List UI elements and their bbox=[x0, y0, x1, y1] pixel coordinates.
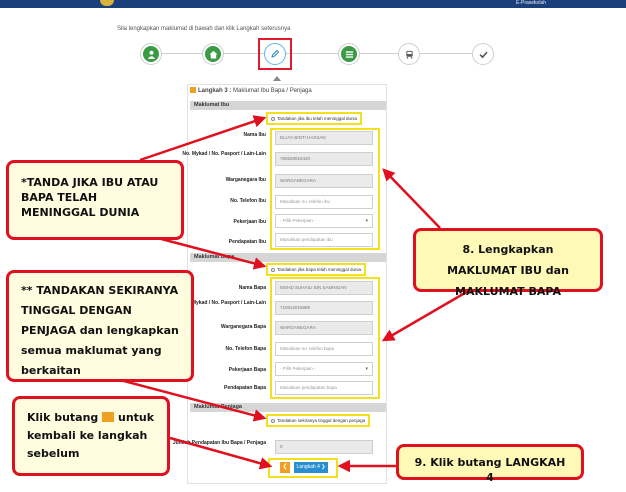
label-jumlah-pendapatan: Jumlah Pendapatan Ibu Bapa / Penjaga bbox=[172, 440, 266, 446]
jumlah-pendapatan-field[interactable]: 0 bbox=[275, 440, 373, 454]
nama-bapa-field[interactable]: MOHD SUHAILI BIN SAMINGAN bbox=[275, 281, 373, 295]
label-mykad-ibu: No. Mykad / No. Pasport / Lain-Lain bbox=[182, 151, 266, 157]
pekerjaan-ibu-select[interactable]: - Pilih Pekerjaan - bbox=[275, 214, 373, 228]
radio-icon bbox=[271, 419, 275, 423]
callout-guardian: ** TANDAKAN SEKIRANYA TINGGAL DENGAN PEN… bbox=[6, 270, 194, 382]
brand-name: E-Prasekolah bbox=[516, 0, 547, 6]
callout-next: 9. Klik butang LANGKAH 4 bbox=[396, 444, 584, 484]
ibu-fields-highlight bbox=[270, 128, 380, 250]
bapa-deceased-label: Tandakan jika bapa telah meninggal dunia bbox=[277, 267, 362, 272]
callout-next-text: 9. Klik butang LANGKAH 4 bbox=[414, 456, 566, 484]
telefon-bapa-input[interactable]: Masukkan no. telefon bapa bbox=[275, 342, 373, 356]
mykad-ibu-field[interactable]: 780528016420 bbox=[275, 152, 373, 166]
ibu-deceased-label: Tandakan jika ibu telah meninggal dunia bbox=[277, 116, 358, 121]
penjaga-label: Tandakan sekiranya tinggal dengan penjag… bbox=[277, 418, 366, 423]
pendapatan-bapa-input[interactable]: Masukkan pendapatan bapa bbox=[275, 381, 373, 395]
next-step-button[interactable]: Langkah 4 ❯ bbox=[294, 462, 328, 473]
step-5[interactable] bbox=[398, 43, 420, 65]
bus-icon bbox=[401, 46, 417, 62]
user-icon bbox=[143, 46, 159, 62]
step-label: Langkah 3 : bbox=[198, 88, 232, 94]
pendapatan-ibu-input[interactable]: Masukkan pendapatan ibu bbox=[275, 233, 373, 247]
pencil-icon bbox=[267, 46, 283, 62]
mykad-bapa-field[interactable]: 710812015869 bbox=[275, 301, 373, 315]
callout-deceased: *TANDA JIKA IBU ATAU BAPA TELAH MENINGGA… bbox=[6, 160, 184, 240]
section-bapa: Maklumat Bapa bbox=[190, 253, 386, 262]
pekerjaan-bapa-select[interactable]: - Pilih Pekerjaan - bbox=[275, 362, 373, 376]
check-icon bbox=[475, 46, 491, 62]
telefon-ibu-input[interactable]: Masukkan no. telefon ibu bbox=[275, 195, 373, 209]
step-6[interactable] bbox=[472, 43, 494, 65]
top-bar: E-Prasekolah bbox=[0, 0, 626, 8]
label-pendapatan-bapa: Pendapatan Bapa bbox=[224, 385, 266, 391]
ibu-deceased-checkbox[interactable]: Tandakan jika ibu telah meninggal dunia bbox=[266, 112, 363, 125]
radio-icon bbox=[271, 268, 275, 272]
list-icon bbox=[341, 46, 357, 62]
radio-icon bbox=[271, 117, 275, 121]
home-icon bbox=[205, 46, 221, 62]
active-step-caret bbox=[273, 76, 281, 81]
warganegara-bapa-field[interactable]: WARGANEGARA bbox=[275, 321, 373, 335]
logo bbox=[100, 0, 114, 6]
callout-complete: 8. Lengkapkan MAKLUMAT IBU dan MAKLUMAT … bbox=[413, 228, 603, 298]
back-icon-sample bbox=[102, 412, 115, 422]
penjaga-checkbox[interactable]: Tandakan sekiranya tinggal dengan penjag… bbox=[266, 414, 371, 427]
step-3[interactable] bbox=[264, 43, 286, 65]
warganegara-ibu-field[interactable]: WARGANEGARA bbox=[275, 174, 373, 188]
instruction-text: Sila lengkapkan maklumat di bawah dan kl… bbox=[117, 26, 291, 32]
nama-ibu-field[interactable]: ELLYA BINTI HASSAN bbox=[275, 131, 373, 145]
step-1[interactable] bbox=[140, 43, 162, 65]
label-nama-ibu: Nama Ibu bbox=[243, 132, 266, 138]
step-title-text: Maklumat Ibu Bapa / Penjaga bbox=[233, 88, 312, 94]
bapa-deceased-checkbox[interactable]: Tandakan jika bapa telah meninggal dunia bbox=[266, 263, 367, 276]
step-2[interactable] bbox=[202, 43, 224, 65]
callout-deceased-text: *TANDA JIKA IBU ATAU BAPA TELAH MENINGGA… bbox=[21, 176, 159, 219]
callout-complete-text: 8. Lengkapkan MAKLUMAT IBU dan MAKLUMAT … bbox=[447, 243, 569, 298]
callout-back: Klik butang untuk kembali ke langkah seb… bbox=[12, 396, 170, 476]
form-icon bbox=[190, 87, 196, 93]
label-pendapatan-ibu: Pendapatan Ibu bbox=[228, 239, 266, 245]
section-ibu: Maklumat Ibu bbox=[190, 101, 386, 110]
back-button[interactable]: ❮ bbox=[280, 462, 290, 473]
step-wizard bbox=[130, 38, 508, 70]
callout-guardian-text: ** TANDAKAN SEKIRANYA TINGGAL DENGAN PEN… bbox=[21, 284, 179, 377]
step-4[interactable] bbox=[338, 43, 360, 65]
step-title: Langkah 3 : Maklumat Ibu Bapa / Penjaga bbox=[190, 87, 312, 94]
section-penjaga: Maklumat Penjaga bbox=[190, 403, 386, 412]
callout-back-text-1: Klik butang bbox=[27, 411, 99, 424]
